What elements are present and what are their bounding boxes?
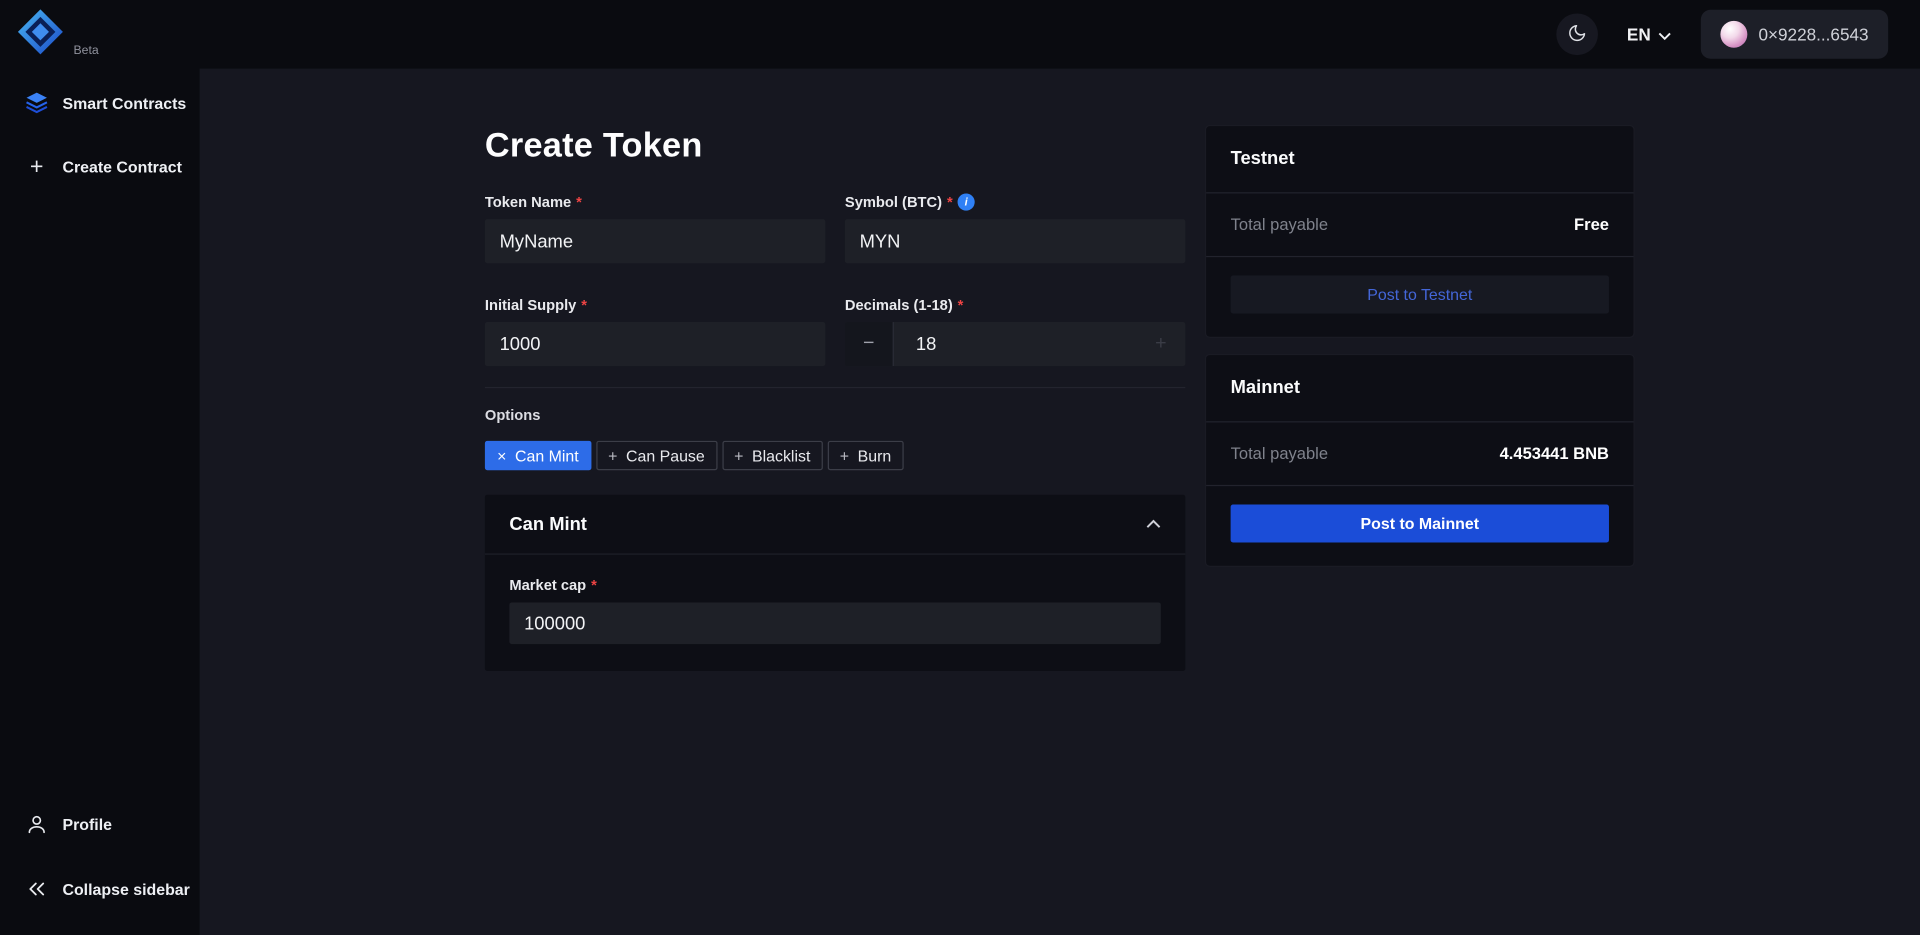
sidebar-item-profile[interactable]: Profile xyxy=(0,800,200,849)
language-label: EN xyxy=(1626,24,1651,45)
layers-icon xyxy=(24,91,48,115)
plus-icon: + xyxy=(29,153,44,180)
app-viewport: Beta EN 0×9228...6543 Smart Contracts + … xyxy=(0,0,1920,935)
required-marker: * xyxy=(591,576,597,594)
token-name-label: Token Name * xyxy=(484,193,582,211)
sidebar-item-label: Create Contract xyxy=(62,157,182,176)
required-marker: * xyxy=(576,193,582,211)
profile-icon xyxy=(24,813,48,835)
total-payable-value: Free xyxy=(1574,215,1609,234)
plus-icon: + xyxy=(734,446,744,465)
mainnet-card-header: Mainnet xyxy=(1206,355,1634,423)
plus-icon: + xyxy=(1155,333,1167,354)
decimals-field: Decimals (1-18) * − 18 + xyxy=(844,296,1186,367)
language-selector[interactable]: EN xyxy=(1627,24,1672,44)
chip-label: Blacklist xyxy=(752,446,811,465)
can-mint-panel-header[interactable]: Can Mint xyxy=(484,495,1186,555)
token-name-field: Token Name * xyxy=(484,193,826,264)
testnet-payable-row: Total payable Free xyxy=(1206,193,1634,258)
card-title: Mainnet xyxy=(1230,377,1301,398)
chevron-up-icon xyxy=(1146,513,1161,535)
topbar-right: EN 0×9228...6543 xyxy=(1555,9,1889,59)
app-logo[interactable]: Beta xyxy=(15,6,99,64)
sidebar: Smart Contracts + Create Contract Profil… xyxy=(0,68,200,935)
plus-icon: + xyxy=(608,446,618,465)
decimals-value: 18 xyxy=(915,333,937,355)
options-label: Options xyxy=(484,406,541,424)
chip-label: Can Mint xyxy=(515,446,579,465)
minus-icon: − xyxy=(863,333,875,354)
required-marker: * xyxy=(957,296,964,314)
testnet-card: Testnet Total payable Free Post to Testn… xyxy=(1206,126,1634,337)
initial-supply-label: Initial Supply * xyxy=(484,296,587,314)
collapse-sidebar-icon xyxy=(24,878,48,900)
topbar: Beta EN 0×9228...6543 xyxy=(0,0,1920,69)
increment-button[interactable]: + xyxy=(1136,322,1185,366)
deploy-panel: Testnet Total payable Free Post to Testn… xyxy=(1206,126,1634,566)
symbol-field: Symbol (BTC) * i xyxy=(844,193,1186,264)
chip-can-pause[interactable]: + Can Pause xyxy=(595,440,717,471)
wallet-address-pill[interactable]: 0×9228...6543 xyxy=(1700,9,1889,59)
panel-title: Can Mint xyxy=(509,513,587,535)
required-marker: * xyxy=(581,296,587,314)
mainnet-card: Mainnet Total payable 4.453441 BNB Post … xyxy=(1206,355,1634,566)
initial-supply-input[interactable] xyxy=(484,322,826,367)
market-cap-input[interactable] xyxy=(509,602,1161,645)
post-to-mainnet-button[interactable]: Post to Mainnet xyxy=(1230,504,1609,543)
beta-badge: Beta xyxy=(73,43,99,57)
wallet-avatar xyxy=(1720,20,1748,48)
post-to-testnet-button[interactable]: Post to Testnet xyxy=(1230,275,1609,314)
field-grid: Token Name* Symbol (BTC)* i Initial Supp… xyxy=(484,193,1186,367)
sidebar-item-create-contract[interactable]: + Create Contract xyxy=(0,142,200,191)
symbol-label: Symbol (BTC) * i xyxy=(845,193,1185,211)
sidebar-item-label: Profile xyxy=(62,814,113,834)
sidebar-nav: Smart Contracts + Create Contract xyxy=(0,69,200,191)
testnet-card-header: Testnet xyxy=(1206,126,1634,194)
chip-label: Burn xyxy=(857,446,892,465)
decimals-stepper: − 18 + xyxy=(844,322,1186,367)
initial-supply-field: Initial Supply * xyxy=(484,296,826,367)
close-icon: × xyxy=(497,446,507,465)
chip-blacklist[interactable]: + Blacklist xyxy=(721,440,823,471)
divider xyxy=(484,386,1186,389)
total-payable-value: 4.453441 BNB xyxy=(1499,444,1609,463)
total-payable-label: Total payable xyxy=(1230,444,1329,463)
theme-toggle-button[interactable] xyxy=(1555,13,1598,56)
options-chips: × Can Mint + Can Pause + Blacklist + Bur… xyxy=(484,440,1185,471)
chevron-down-icon xyxy=(1658,24,1671,44)
required-marker: * xyxy=(946,193,953,211)
chip-label: Can Pause xyxy=(625,446,705,465)
card-title: Testnet xyxy=(1230,148,1295,169)
create-token-form: Create Token Token Name* Symbol (BTC)* i xyxy=(484,126,1186,672)
chip-can-mint[interactable]: × Can Mint xyxy=(484,440,591,471)
plus-icon: + xyxy=(839,446,850,465)
decrement-button[interactable]: − xyxy=(844,322,894,367)
sidebar-item-label: Smart Contracts xyxy=(62,93,187,113)
market-cap-label: Market cap * xyxy=(509,576,597,594)
sidebar-bottom-nav: Profile Collapse sidebar xyxy=(0,800,200,914)
page-title: Create Token xyxy=(484,126,703,165)
chip-burn[interactable]: + Burn xyxy=(827,440,904,471)
testnet-card-footer: Post to Testnet xyxy=(1206,257,1633,337)
sidebar-item-smart-contracts[interactable]: Smart Contracts xyxy=(0,78,200,127)
sidebar-item-collapse[interactable]: Collapse sidebar xyxy=(0,864,200,913)
can-mint-panel-body: Market cap * xyxy=(485,555,1185,671)
mainnet-payable-row: Total payable 4.453441 BNB xyxy=(1206,422,1634,487)
total-payable-label: Total payable xyxy=(1230,215,1329,234)
info-icon[interactable]: i xyxy=(957,193,975,211)
token-name-input[interactable] xyxy=(484,219,826,264)
mainnet-card-footer: Post to Mainnet xyxy=(1206,486,1633,566)
sidebar-item-label: Collapse sidebar xyxy=(62,879,190,899)
decimals-label: Decimals (1-18) * xyxy=(844,296,964,314)
moon-icon xyxy=(1567,23,1587,46)
symbol-input[interactable] xyxy=(844,219,1186,264)
can-mint-panel: Can Mint Market cap * xyxy=(484,494,1186,672)
wallet-address: 0×9228...6543 xyxy=(1758,24,1869,45)
logo-icon xyxy=(15,6,66,64)
